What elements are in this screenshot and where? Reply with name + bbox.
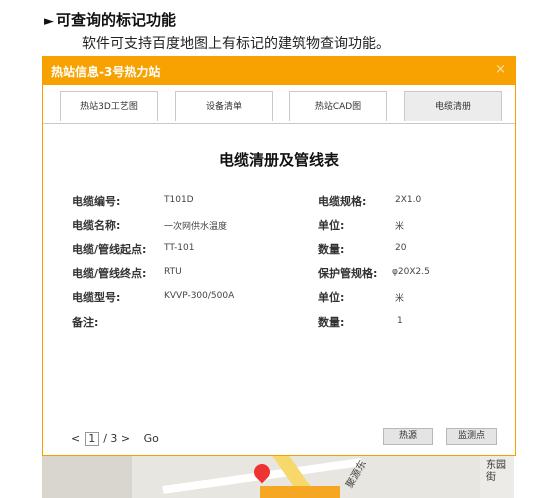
map-block (42, 452, 132, 498)
unit-label: 单位: (318, 219, 345, 232)
unit-value: 米 (395, 222, 405, 232)
tab-3d-process[interactable]: 热站3D工艺图 (60, 91, 158, 121)
cable-end-value: RTU (164, 267, 182, 277)
remarks-label: 备注: (72, 316, 99, 329)
cable-end-label: 电缆/管线终点: (72, 267, 147, 280)
pipe-unit-value: 米 (395, 294, 405, 304)
station-info-dialog: 热站信息-3号热力站 × 热站3D工艺图 设备清单 热站CAD图 电缆清册 电缆… (42, 56, 516, 456)
monitor-point-button[interactable]: 监测点 (446, 428, 497, 445)
go-button[interactable]: Go (144, 432, 159, 445)
cable-number-label: 电缆编号: (72, 195, 121, 208)
cable-spec-value: 2X1.0 (395, 195, 422, 205)
protective-pipe-spec-label: 保护管规格: (318, 267, 378, 280)
background-map[interactable]: 聚源东 (42, 452, 514, 498)
triangle-marker-icon: ► (44, 14, 54, 29)
quantity-label: 数量: (318, 243, 345, 256)
tab-divider (43, 123, 515, 124)
tab-cad-drawing[interactable]: 热站CAD图 (289, 91, 387, 121)
content-title: 电缆清册及管线表 (218, 151, 339, 169)
protective-pipe-spec-value: φ20X2.5 (392, 267, 430, 277)
map-highlight (260, 486, 340, 498)
cable-name-value: 一次网供水温度 (164, 222, 228, 232)
cable-name-label: 电缆名称: (72, 219, 121, 232)
dialog-title: 热站信息-3号热力站 (51, 65, 161, 79)
cable-spec-label: 电缆规格: (318, 195, 367, 208)
cable-model-value: KVVP-300/500A (164, 291, 235, 301)
cable-number-value: T101D (164, 195, 194, 205)
cable-model-label: 电缆型号: (72, 291, 121, 304)
pipe-unit-label: 单位: (318, 291, 345, 304)
next-page-button[interactable]: > (121, 432, 130, 445)
quantity-value: 20 (395, 243, 407, 253)
tab-equipment-list[interactable]: 设备清单 (175, 91, 273, 121)
cable-start-label: 电缆/管线起点: (72, 243, 147, 256)
page-number-input[interactable]: 1 (84, 432, 99, 446)
pipe-quantity-value: 1 (397, 316, 403, 326)
dialog-titlebar: 热站信息-3号热力站 × (43, 57, 515, 85)
section-heading: ► 可查询的标记功能 (44, 9, 176, 30)
map-right-area: 东园街 (480, 452, 514, 498)
hot-source-button[interactable]: 热源 (383, 428, 433, 445)
map-street-label: 东园街 (486, 460, 506, 483)
section-description: 软件可支持百度地图上有标记的建筑物查询功能。 (82, 36, 390, 52)
tab-bar: 热站3D工艺图 设备清单 热站CAD图 电缆清册 (43, 85, 515, 125)
cable-start-value: TT-101 (164, 243, 195, 253)
pagination: < 1 / 3 > Go (71, 432, 159, 446)
close-icon[interactable]: × (495, 62, 506, 77)
section-heading-text: 可查询的标记功能 (56, 11, 177, 29)
page-total: / 3 (103, 432, 118, 445)
pipe-quantity-label: 数量: (318, 316, 345, 329)
tab-cable-list[interactable]: 电缆清册 (404, 91, 502, 121)
prev-page-button[interactable]: < (71, 432, 80, 445)
